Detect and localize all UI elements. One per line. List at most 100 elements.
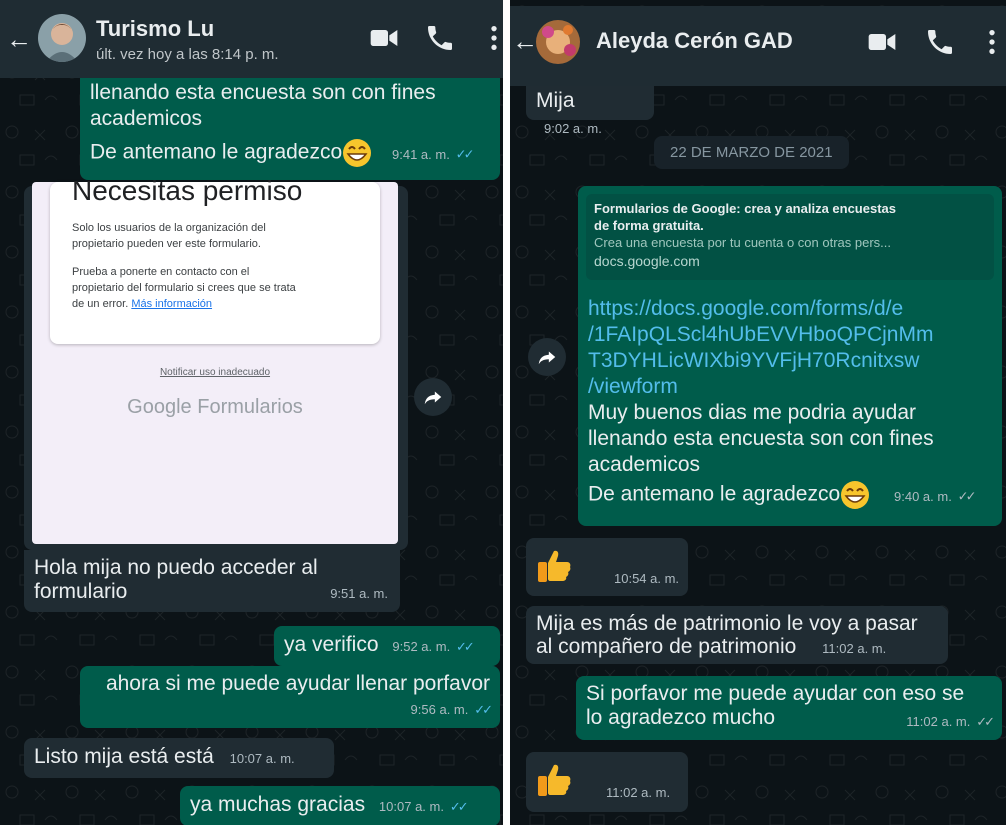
forward-icon[interactable]: [414, 378, 452, 416]
message-time: 9:41 a. m.: [392, 146, 450, 162]
preview-title-line: de forma gratuita.: [594, 218, 704, 233]
phone-call-icon[interactable]: [924, 26, 956, 58]
preview-title: Formularios de Google: crea y analiza en…: [594, 200, 986, 234]
message-time: 11:02 a. m.: [906, 714, 971, 729]
preview-domain: docs.google.com: [594, 253, 700, 269]
url-line[interactable]: T3DYHLicWIXbi9YVFjH70Rcnitxsw: [588, 348, 973, 374]
forward-icon[interactable]: [528, 338, 566, 376]
more-options-icon[interactable]: [976, 26, 1006, 58]
chat-panel-aleyda: ← Aleyda Cerón GAD Mija 9:02 a. m. 22 DE…: [510, 0, 1006, 825]
message-time: 10:07 a. m.: [378, 799, 444, 814]
message-incoming[interactable]: Mija es más de patrimonio le voy a pasar…: [526, 606, 948, 664]
thumbs-up-emoji: [534, 546, 574, 586]
message-time: 9:51 a. m.: [330, 586, 388, 601]
contact-name[interactable]: Turismo Lu: [96, 16, 214, 42]
video-call-icon[interactable]: [866, 26, 898, 58]
message-text: lo agradezco mucho: [586, 706, 776, 729]
message-time: 9:56 a. m.: [410, 702, 469, 717]
video-call-icon[interactable]: [368, 22, 400, 54]
message-time: 10:07 a. m.: [229, 751, 295, 766]
avatar[interactable]: [536, 20, 580, 64]
message-incoming[interactable]: Hola mija no puedo acceder al formulario…: [24, 550, 400, 612]
read-receipt-icon: ✓✓: [474, 702, 493, 717]
message-meta: 11:02 a. m. ✓✓: [906, 708, 995, 734]
message-time: 11:02 a. m.: [606, 785, 671, 800]
permission-para-2: Prueba a ponerte en contacto con el prop…: [72, 264, 296, 312]
back-arrow-icon[interactable]: ←: [512, 28, 538, 54]
permission-text: Solo los usuarios de la organización del: [72, 222, 266, 234]
message-text: academicos: [90, 107, 203, 130]
preview-description: Crea una encuesta por tu cuenta o con ot…: [594, 235, 892, 250]
message-text: Mija: [536, 89, 575, 112]
report-abuse-link[interactable]: Notificar uso inadecuado: [32, 360, 398, 386]
phone-call-icon[interactable]: [424, 22, 456, 54]
message-text: De antemano le agradezco: [90, 140, 343, 164]
permission-heading: Necesitas permiso: [72, 175, 303, 206]
message-outgoing[interactable]: ya verifico 9:52 a. m. ✓✓: [274, 626, 500, 666]
message-outgoing[interactable]: llenando esta encuesta son con fines aca…: [80, 74, 500, 180]
last-seen-status: últ. vez hoy a las 8:14 p. m.: [96, 46, 279, 63]
message-text: ya muchas gracias: [190, 793, 366, 816]
permission-text: de un error.: [72, 298, 129, 310]
message-time: 9:40 a. m.: [894, 488, 952, 504]
message-incoming-image[interactable]: Necesitas permiso Solo los usuarios de l…: [24, 177, 408, 550]
link-preview[interactable]: Formularios de Google: crea y analiza en…: [586, 194, 994, 280]
read-receipt-icon: ✓✓: [456, 639, 475, 654]
message-text: llenando esta encuesta son con fines: [588, 427, 934, 450]
message-incoming[interactable]: Mija 9:02 a. m.: [526, 84, 654, 136]
brand-forms: Formularios: [197, 396, 303, 418]
message-text: al compañero de patrimonio: [536, 635, 797, 658]
message-text: academicos: [588, 453, 701, 476]
message-incoming-emoji[interactable]: 10:54 a. m.: [526, 538, 688, 596]
message-text: Mija es más de patrimonio le voy a pasar: [536, 612, 918, 635]
message-text: Muy buenos dias me podria ayudar: [588, 401, 917, 424]
permission-card: Necesitas permiso Solo los usuarios de l…: [50, 177, 380, 344]
message-meta: 9:56 a. m. ✓✓: [90, 696, 493, 722]
brand-google: Google: [127, 396, 192, 418]
message-outgoing[interactable]: ahora si me puede ayudar llenar porfavor…: [80, 666, 500, 728]
permission-text: propietario del formulario si crees que …: [72, 282, 296, 294]
message-outgoing[interactable]: Si porfavor me puede ayudar con eso se l…: [576, 676, 1002, 740]
url-line[interactable]: /viewform: [588, 374, 973, 400]
message-text-line: De antemano le agradezco 9:40 a. m. ✓✓: [588, 480, 977, 510]
chat-header: ← Turismo Lu últ. vez hoy a las 8:14 p. …: [0, 0, 503, 78]
date-divider: 22 DE MARZO DE 2021: [654, 136, 849, 169]
grinning-emoji: [342, 138, 372, 168]
grinning-emoji: [840, 480, 870, 510]
more-options-icon[interactable]: [478, 22, 503, 54]
message-outgoing-link[interactable]: Formularios de Google: crea y analiza en…: [578, 186, 1002, 526]
avatar[interactable]: [38, 14, 86, 62]
url-link[interactable]: https://docs.google.com/forms/d/e /1FAIp…: [588, 296, 973, 400]
delivered-receipt-icon: ✓✓: [976, 714, 995, 729]
url-line[interactable]: https://docs.google.com/forms/d/e: [588, 296, 973, 322]
message-text: llenando esta encuesta son con fines: [90, 81, 436, 104]
message-text: Listo mija está está: [34, 745, 214, 768]
message-text: ya verifico: [284, 633, 379, 656]
permission-text: propietario pueden ver este formulario.: [72, 238, 261, 250]
chat-panel-turismo-lu: ← Turismo Lu últ. vez hoy a las 8:14 p. …: [0, 0, 503, 825]
message-time: 9:02 a. m.: [544, 121, 602, 136]
message-time: 10:54 a. m.: [614, 571, 680, 586]
url-line[interactable]: /1FAIpQLScl4hUbEVVHboQPCjnMm: [588, 322, 973, 348]
message-text: ahora si me puede ayudar llenar porfavor: [105, 672, 490, 695]
more-info-link[interactable]: Más información: [131, 298, 212, 310]
permission-para-1: Solo los usuarios de la organización del…: [72, 220, 266, 252]
permission-text: Prueba a ponerte en contacto con el: [72, 266, 250, 278]
message-time: 11:02 a. m.: [822, 641, 887, 656]
read-receipt-icon: ✓✓: [455, 146, 475, 162]
message-text: De antemano le agradezco: [588, 482, 841, 506]
message-text: formulario: [34, 580, 128, 603]
read-receipt-icon: ✓✓: [449, 799, 469, 814]
google-forms-logo: Google Formularios: [32, 394, 398, 420]
form-screenshot[interactable]: Necesitas permiso Solo los usuarios de l…: [32, 177, 398, 544]
delivered-receipt-icon: ✓✓: [957, 488, 977, 504]
message-text-line: De antemano le agradezco 9:41 a. m. ✓✓: [90, 138, 490, 168]
message-incoming[interactable]: Listo mija está está 10:07 a. m.: [24, 738, 334, 778]
message-text: Hola mija no puedo acceder al: [34, 556, 318, 579]
thumbs-up-emoji: [534, 760, 574, 800]
contact-name[interactable]: Aleyda Cerón GAD: [596, 28, 793, 54]
message-outgoing[interactable]: ya muchas gracias 10:07 a. m. ✓✓: [180, 786, 500, 825]
back-arrow-icon[interactable]: ←: [6, 26, 32, 52]
message-incoming-emoji[interactable]: 11:02 a. m.: [526, 752, 688, 812]
message-body: https://docs.google.com/forms/d/e /1FAIp…: [588, 296, 977, 510]
